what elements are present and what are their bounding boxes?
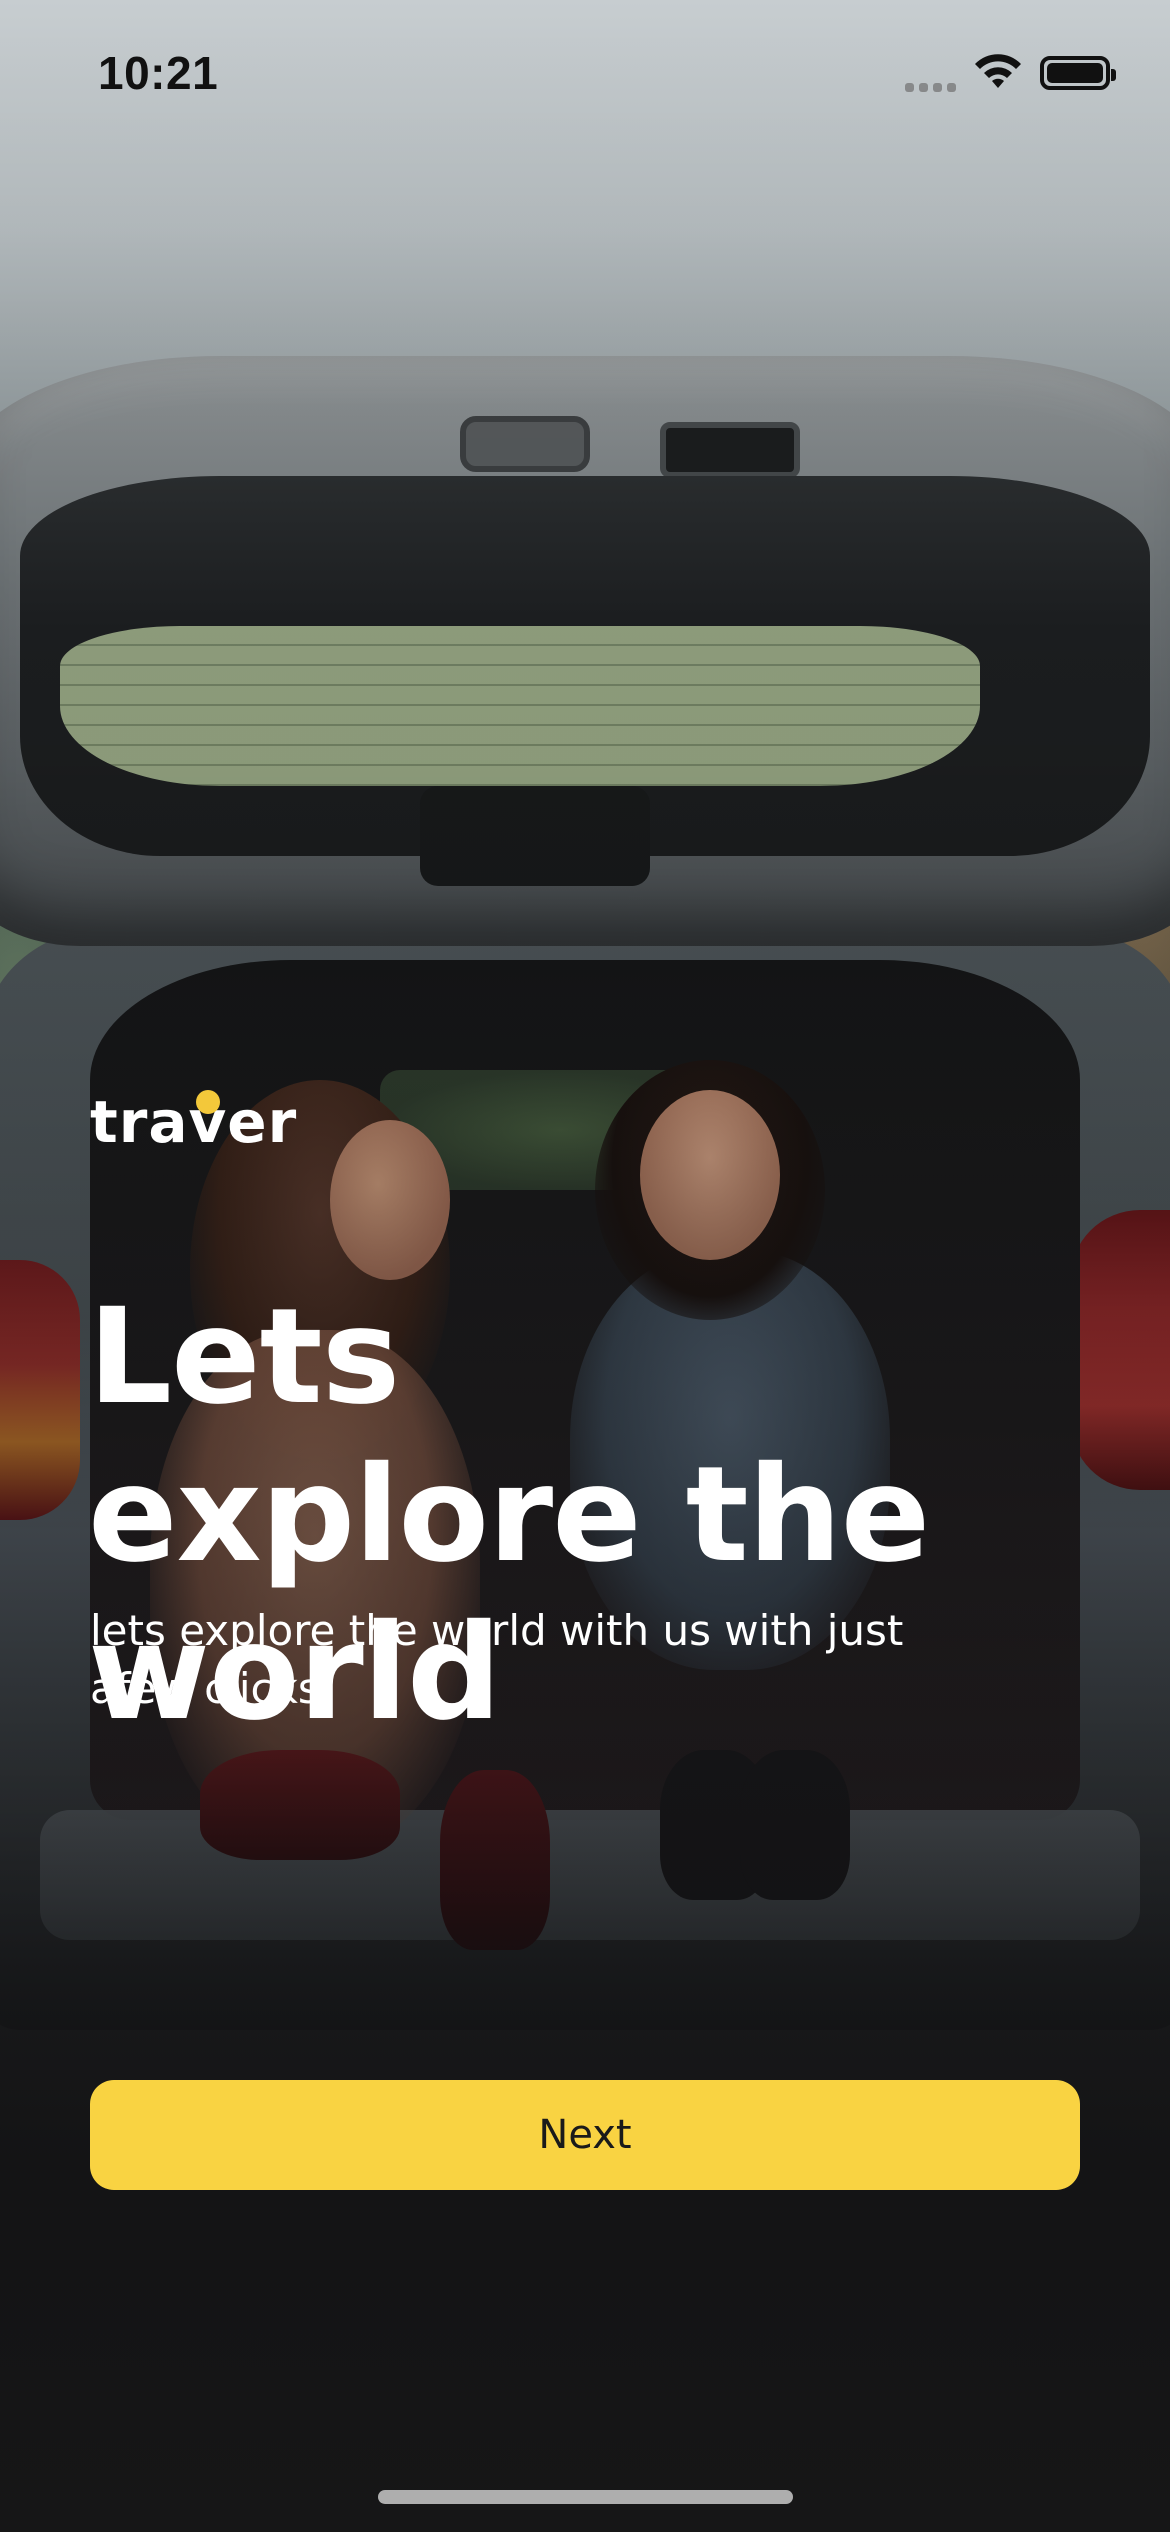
home-indicator[interactable] bbox=[378, 2490, 793, 2504]
next-button[interactable]: Next bbox=[90, 2080, 1080, 2190]
wifi-icon bbox=[975, 54, 1021, 88]
status-time: 10:21 bbox=[98, 47, 219, 99]
battery-icon bbox=[1040, 56, 1116, 90]
brand-logo-dot bbox=[196, 1090, 220, 1114]
status-bar: 10:21 bbox=[0, 0, 1170, 150]
onboarding-screen: 10:21 traver Lets explore the world lets… bbox=[0, 0, 1170, 2532]
hero-subtitle: lets explore the world with us with just… bbox=[90, 1606, 904, 1713]
signal-dots-icon bbox=[905, 80, 959, 94]
brand-logo: traver bbox=[90, 1088, 298, 1156]
